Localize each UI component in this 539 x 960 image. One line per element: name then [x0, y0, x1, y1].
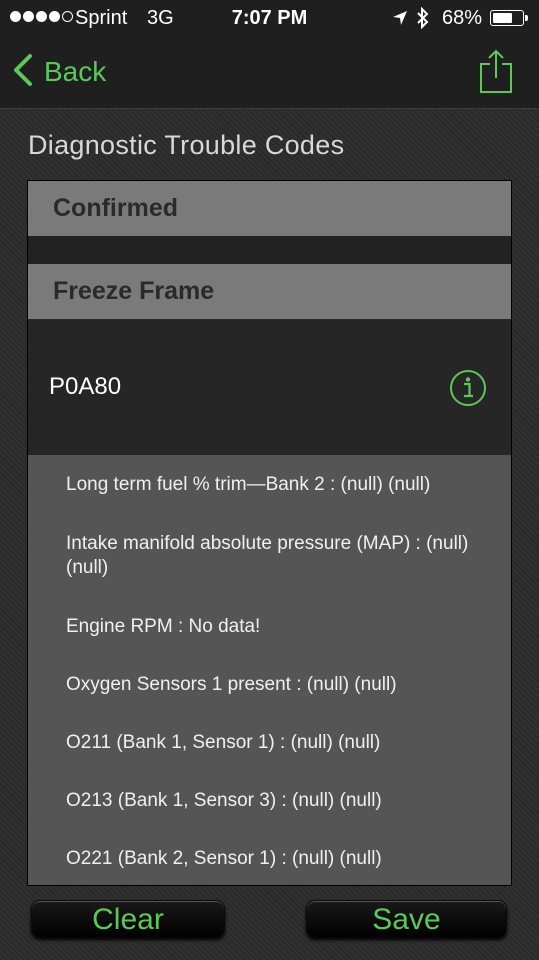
navigation-bar: Back	[0, 36, 539, 109]
back-label: Back	[44, 56, 107, 87]
app-screen: Sprint 3G 7:07 PM 68% Back Diagnostic Tr…	[0, 0, 539, 960]
battery-level	[493, 13, 513, 23]
detail-item: Long term fuel % trim—Bank 2 : (null) (n…	[66, 474, 431, 495]
empty-confirmed-row	[28, 236, 511, 264]
share-icon	[478, 49, 514, 98]
page-title: Diagnostic Trouble Codes	[28, 130, 345, 160]
back-button[interactable]: Back	[12, 52, 106, 92]
section-header-freeze-frame: Freeze Frame	[28, 264, 511, 319]
bluetooth-icon	[416, 6, 430, 35]
trouble-code-label: P0A80	[49, 373, 122, 400]
battery-tip	[525, 15, 528, 21]
trouble-codes-panel[interactable]: Confirmed Freeze Frame P0A80 Long term f…	[27, 180, 512, 886]
status-bar: Sprint 3G 7:07 PM 68%	[0, 0, 539, 36]
detail-item: Oxygen Sensors 1 present : (null) (null)	[66, 674, 397, 695]
location-arrow-icon	[392, 9, 408, 32]
battery-icon	[490, 10, 524, 26]
detail-item: O213 (Bank 1, Sensor 3) : (null) (null)	[66, 790, 382, 811]
battery-percent: 68%	[442, 7, 483, 29]
trouble-code-row[interactable]: P0A80	[28, 319, 511, 455]
save-button[interactable]: Save	[306, 900, 507, 938]
detail-item: O221 (Bank 2, Sensor 1) : (null) (null)	[66, 848, 382, 869]
detail-item: Engine RPM : No data!	[66, 616, 261, 637]
detail-item: Intake manifold absolute pressure (MAP) …	[66, 533, 469, 578]
chevron-left-icon	[12, 53, 34, 92]
detail-item: O211 (Bank 1, Sensor 1) : (null) (null)	[66, 732, 381, 753]
info-icon[interactable]	[449, 369, 487, 407]
clear-button[interactable]: Clear	[31, 900, 225, 938]
share-button[interactable]	[478, 48, 514, 94]
section-header-confirmed: Confirmed	[28, 181, 511, 236]
